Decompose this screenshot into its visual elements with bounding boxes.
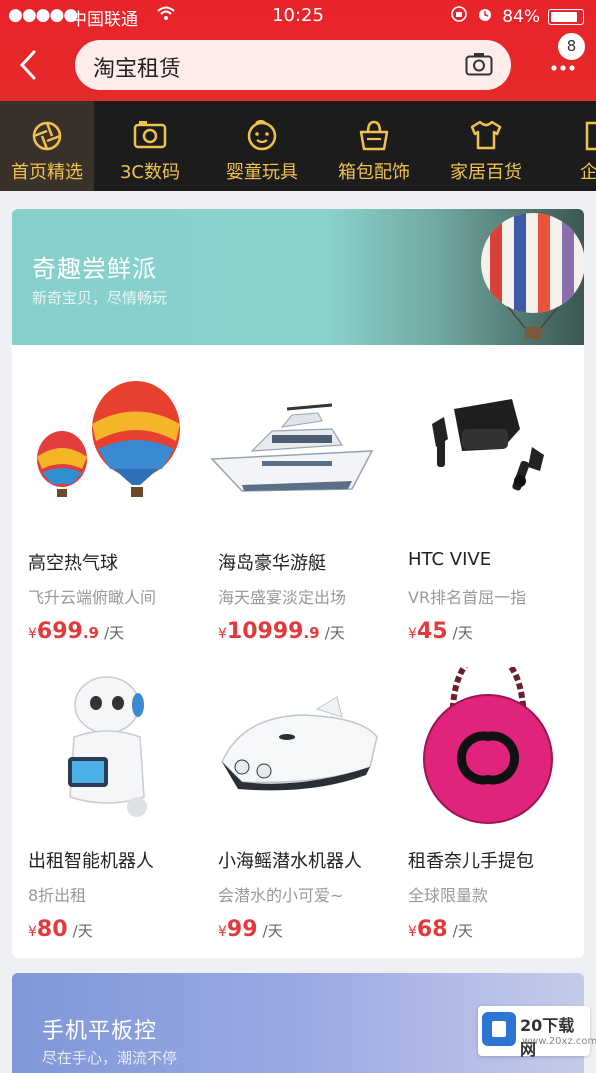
product-price: ¥45 /天: [408, 619, 473, 644]
banner-subtitle: 尽在手心，潮流不停: [42, 1049, 178, 1067]
back-button[interactable]: [16, 48, 44, 84]
hot-air-balloon-image: [37, 381, 180, 497]
price-currency: ¥: [28, 924, 37, 940]
product-price: ¥99 /天: [218, 917, 283, 942]
price-integer: 45: [416, 619, 448, 644]
orientation-lock-icon: [450, 5, 468, 28]
product-card-yacht[interactable]: 海岛豪华游艇 海天盛宴淡定出场 ¥10999.9 /天: [202, 369, 392, 659]
banner-title: 手机平板控: [42, 1019, 158, 1044]
app-header: ●●●●● 中国联通 10:25 84% 淘宝租赁 8: [0, 0, 596, 101]
price-currency: ¥: [218, 924, 227, 940]
battery-icon: [548, 8, 584, 25]
status-bar: ●●●●● 中国联通 10:25 84%: [0, 0, 596, 30]
product-name: 小海鳐潜水机器人: [218, 851, 362, 872]
yacht-image: [210, 403, 374, 492]
camera-search-icon[interactable]: [465, 52, 493, 76]
price-currency: ¥: [408, 626, 417, 642]
underwater-drone-image: [221, 696, 378, 791]
product-price: ¥68 /天: [408, 917, 473, 942]
price-unit: /天: [104, 624, 125, 642]
robot-image: [68, 676, 147, 817]
category-tab-bar: 首页精选 3C数码 婴童玩具 箱包配饰 家居百货 企: [0, 101, 596, 191]
hot-air-balloon-image: [481, 213, 584, 339]
baby-face-icon: [247, 120, 277, 151]
product-card-hot-air-balloon[interactable]: 高空热气球 飞升云端俯瞰人间 ¥699.9 /天: [12, 369, 202, 659]
watermark-url: www.20xz.com: [522, 1036, 596, 1047]
tab-label: 企业: [580, 162, 596, 183]
alarm-icon: [476, 5, 494, 28]
price-unit: /天: [262, 922, 283, 940]
site-watermark: 20下载网 www.20xz.com: [478, 1006, 596, 1059]
tab-home-goods[interactable]: 家居百货: [430, 101, 542, 191]
price-unit: /天: [452, 624, 473, 642]
price-unit: /天: [324, 624, 345, 642]
product-desc: 海天盛宴淡定出场: [218, 588, 347, 607]
tab-label: 箱包配饰: [338, 162, 410, 183]
fun-rentals-section: 奇趣尝鲜派 新奇宝贝，尽情畅玩 高空热气球 飞升云端俯瞰人间 ¥699.9 /天…: [12, 209, 584, 958]
message-count-badge[interactable]: 8: [557, 32, 586, 61]
building-icon: [585, 121, 596, 151]
product-desc: 会潜水的小可爱~: [218, 886, 344, 905]
product-price: ¥80 /天: [28, 917, 93, 942]
status-right: 84%: [450, 5, 584, 28]
price-currency: ¥: [218, 626, 227, 642]
tshirt-icon: [470, 120, 502, 150]
tab-3c-digital[interactable]: 3C数码: [94, 101, 206, 191]
product-name: 出租智能机器人: [28, 851, 154, 872]
watermark-logo-icon: [482, 1012, 516, 1046]
product-name: 高空热气球: [28, 553, 118, 574]
product-card-htc-vive[interactable]: HTC VIVE VR排名首屈一指 ¥45 /天: [392, 369, 582, 659]
battery-fill: [551, 11, 577, 22]
tab-label: 首页精选: [11, 162, 83, 183]
battery-percent: 84%: [502, 6, 540, 27]
vr-headset-image: [432, 399, 544, 491]
price-unit: /天: [72, 922, 93, 940]
search-input[interactable]: 淘宝租赁: [93, 51, 181, 83]
search-bar[interactable]: 淘宝租赁: [75, 40, 511, 90]
tab-featured[interactable]: 首页精选: [0, 101, 94, 191]
price-integer: 80: [36, 917, 68, 942]
price-integer: 68: [416, 917, 448, 942]
handbag-icon: [359, 120, 389, 151]
price-integer: 699: [36, 619, 83, 644]
product-price: ¥699.9 /天: [28, 619, 124, 644]
price-unit: /天: [452, 922, 473, 940]
product-card-chanel-handbag[interactable]: 租香奈儿手提包 全球限量款 ¥68 /天: [392, 667, 582, 957]
price-decimal: .9: [82, 624, 99, 642]
chevron-left-icon: [19, 50, 36, 80]
tab-label: 3C数码: [119, 162, 181, 183]
product-name: 海岛豪华游艇: [218, 553, 326, 574]
price-decimal: .9: [303, 624, 320, 642]
aperture-icon: [32, 121, 62, 151]
banner-subtitle: 新奇宝贝，尽情畅玩: [32, 289, 168, 307]
price-integer: 10999: [226, 619, 304, 644]
tab-enterprise[interactable]: 企业: [542, 101, 596, 191]
tab-baby-toys[interactable]: 婴童玩具: [206, 101, 318, 191]
product-desc: 8折出租: [28, 886, 87, 905]
banner-title: 奇趣尝鲜派: [32, 255, 157, 283]
product-card-underwater-drone[interactable]: 小海鳐潜水机器人 会潜水的小可爱~ ¥99 /天: [202, 667, 392, 957]
handbag-image: [423, 667, 553, 824]
product-desc: 全球限量款: [408, 886, 489, 905]
tab-label: 婴童玩具: [226, 162, 298, 183]
section-banner[interactable]: 奇趣尝鲜派 新奇宝贝，尽情畅玩: [12, 209, 584, 345]
price-currency: ¥: [28, 626, 37, 642]
product-desc: 飞升云端俯瞰人间: [28, 588, 157, 607]
product-name: HTC VIVE: [408, 549, 492, 570]
product-desc: VR排名首屈一指: [408, 588, 527, 607]
camera-icon: [133, 121, 167, 149]
product-price: ¥10999.9 /天: [218, 619, 345, 644]
price-currency: ¥: [408, 924, 417, 940]
product-card-smart-robot[interactable]: 出租智能机器人 8折出租 ¥80 /天: [12, 667, 202, 957]
price-integer: 99: [226, 917, 258, 942]
tab-label: 家居百货: [450, 162, 522, 183]
tab-bags-accessories[interactable]: 箱包配饰: [318, 101, 430, 191]
product-name: 租香奈儿手提包: [408, 851, 534, 872]
